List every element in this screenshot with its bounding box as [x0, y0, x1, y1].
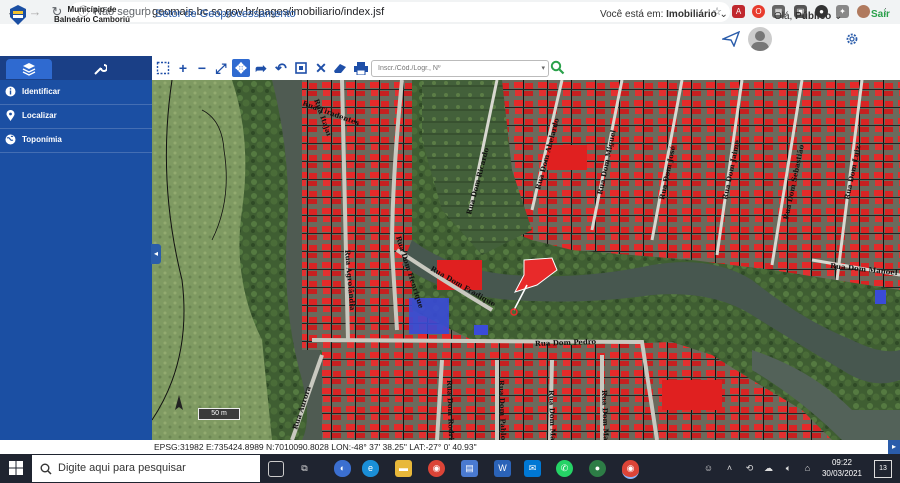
- system-clock[interactable]: 09:22 30/03/2021: [818, 457, 866, 479]
- undo-icon[interactable]: ↶: [272, 59, 290, 77]
- pan-icon[interactable]: ✥: [232, 59, 250, 77]
- folder-icon[interactable]: ▬: [395, 460, 412, 477]
- wrench-icon: [94, 64, 108, 75]
- user-avatar[interactable]: [748, 27, 772, 51]
- notification-center-icon[interactable]: 13: [874, 460, 892, 478]
- close-icon[interactable]: ✕: [312, 59, 330, 77]
- chevron-down-icon[interactable]: ▾: [541, 61, 545, 76]
- map-scale-bar: 50 m: [198, 408, 240, 420]
- info-icon: [5, 86, 16, 97]
- zoom-extent-icon[interactable]: ⤢: [212, 59, 230, 77]
- whatsapp-icon[interactable]: ✆: [556, 460, 573, 477]
- location-selector[interactable]: Você está em: Imobiliário ⌄: [600, 9, 728, 20]
- map-pin-icon: [6, 110, 15, 121]
- task-view-icon[interactable]: ⧉: [296, 460, 313, 477]
- coordinate-readout: EPSG:31982 E:735424.8989 N:7010090.8028 …: [152, 440, 900, 454]
- profile-avatar-icon[interactable]: [857, 5, 870, 18]
- chevron-up-icon[interactable]: ˄: [721, 460, 738, 477]
- chevron-down-icon: ⌄: [719, 9, 728, 20]
- tab-layers[interactable]: [6, 59, 52, 79]
- arrow-forward-icon[interactable]: ➦: [252, 59, 270, 77]
- zoom-out-icon[interactable]: −: [193, 59, 211, 77]
- app-icon[interactable]: ●: [589, 460, 606, 477]
- adblock-icon[interactable]: A: [732, 5, 745, 18]
- chrome-icon[interactable]: ◉: [428, 460, 445, 477]
- people-icon[interactable]: ☺: [700, 460, 717, 477]
- fit-frame-icon[interactable]: [292, 59, 310, 77]
- chrome-active-icon[interactable]: ◉: [622, 460, 639, 479]
- mail-icon[interactable]: ✉: [524, 460, 541, 477]
- word-icon[interactable]: W: [494, 460, 511, 477]
- sidebar-item-localizar[interactable]: Localizar: [0, 104, 152, 129]
- street-label: Rua Dom Mateus: [547, 390, 558, 440]
- eraser-icon[interactable]: [331, 59, 349, 77]
- municipality-name: Município de Balneário Camboriú: [53, 5, 130, 24]
- print-icon[interactable]: [352, 59, 370, 77]
- municipality-logo: [10, 5, 26, 25]
- tab-tools[interactable]: [90, 60, 110, 78]
- send-icon[interactable]: [722, 31, 740, 47]
- sidebar-collapse-button[interactable]: ◂: [151, 244, 161, 264]
- user-menu[interactable]: Olá, Público ⌄: [774, 11, 842, 22]
- address-search-combo[interactable]: ▾: [371, 60, 549, 77]
- edge-icon[interactable]: e: [362, 460, 379, 477]
- cloud-icon[interactable]: ☁: [760, 460, 777, 477]
- select-box-icon[interactable]: [154, 59, 172, 77]
- layers-icon: [22, 63, 36, 76]
- street-label: Rua Dom Marcos: [600, 390, 611, 440]
- chevron-right-icon[interactable]: ▸: [888, 440, 900, 454]
- gear-icon[interactable]: [845, 32, 859, 46]
- chevron-down-icon: ⌄: [834, 11, 843, 22]
- app-icon[interactable]: ◐: [334, 460, 351, 477]
- globe-icon: [5, 134, 16, 145]
- sidebar-item-toponimia[interactable]: Toponímia: [0, 128, 152, 153]
- volume-icon[interactable]: 🔈︎: [780, 460, 797, 477]
- zoom-in-icon[interactable]: +: [174, 59, 192, 77]
- windows-start-icon[interactable]: [9, 461, 23, 475]
- search-icon[interactable]: [550, 60, 565, 75]
- sidebar-item-identificar[interactable]: Identificar: [0, 80, 152, 105]
- logout-link[interactable]: Sair: [871, 9, 890, 20]
- map-canvas[interactable]: Rua Dom Ricardo Rua Dom Abelardo Rua Dom…: [152, 80, 900, 440]
- store-icon[interactable]: ▤: [461, 460, 478, 477]
- network-icon[interactable]: ⌂: [799, 460, 816, 477]
- address-search-input[interactable]: [376, 64, 530, 73]
- taskbar-search-box[interactable]: Digite aqui para pesquisar: [32, 455, 260, 482]
- opera-icon[interactable]: O: [752, 5, 765, 18]
- search-icon: [40, 463, 52, 475]
- circle-cortana-icon[interactable]: [268, 461, 284, 477]
- satellite-map[interactable]: Rua Dom Ricardo Rua Dom Abelardo Rua Dom…: [152, 80, 900, 440]
- sector-title: Setor de Geoprocessamento: [155, 8, 296, 20]
- sync-icon[interactable]: ⟲: [741, 460, 758, 477]
